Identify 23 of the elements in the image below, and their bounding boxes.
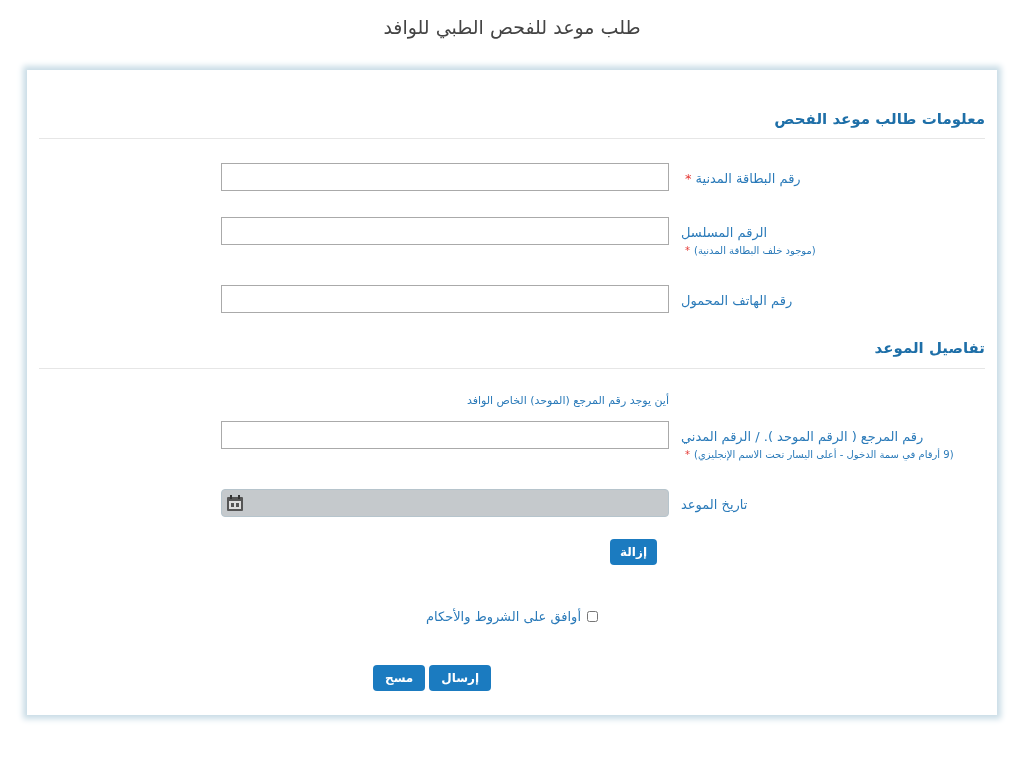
field-label: رقم المرجع ( الرقم الموحد ). / الرقم المدني [681,428,924,447]
text-field[interactable] [221,163,669,191]
field-label: رقم الهاتف المحمول [681,292,793,311]
remove-button[interactable]: إزالة [610,539,657,565]
field-label: الرقم المسلسل [681,224,768,243]
section-heading: معلومات طالب موعد الفحص [39,107,985,139]
field-label: رقم البطاقة المدنية [695,170,801,189]
submit-button[interactable]: إرسال [429,664,492,691]
page-title: طلب موعد للفحص الطبي للوافد [383,15,641,41]
clear-button[interactable]: مسح [373,664,426,691]
terms-label: أوافق على الشروط والأحكام [426,607,581,627]
text-field[interactable] [221,421,669,449]
section-heading: تفاصيل الموعد [39,337,985,369]
field-hint: (9 أرقام في سمة الدخول - أعلى اليسار تحت الاسم الإنجليزي) [694,447,954,463]
terms-checkbox[interactable] [587,611,598,623]
text-field[interactable] [221,285,669,313]
help-link[interactable]: أين يوجد رقم المرجع (الموحد) الخاص الوافد [466,392,669,409]
field-hint: (موجود خلف البطاقة المدنية) [694,244,816,258]
required-mark: * [685,170,692,188]
required-mark: * [685,448,690,462]
field-label: تاريخ الموعد [681,496,748,515]
required-mark: * [685,244,690,258]
text-field[interactable] [221,217,669,245]
